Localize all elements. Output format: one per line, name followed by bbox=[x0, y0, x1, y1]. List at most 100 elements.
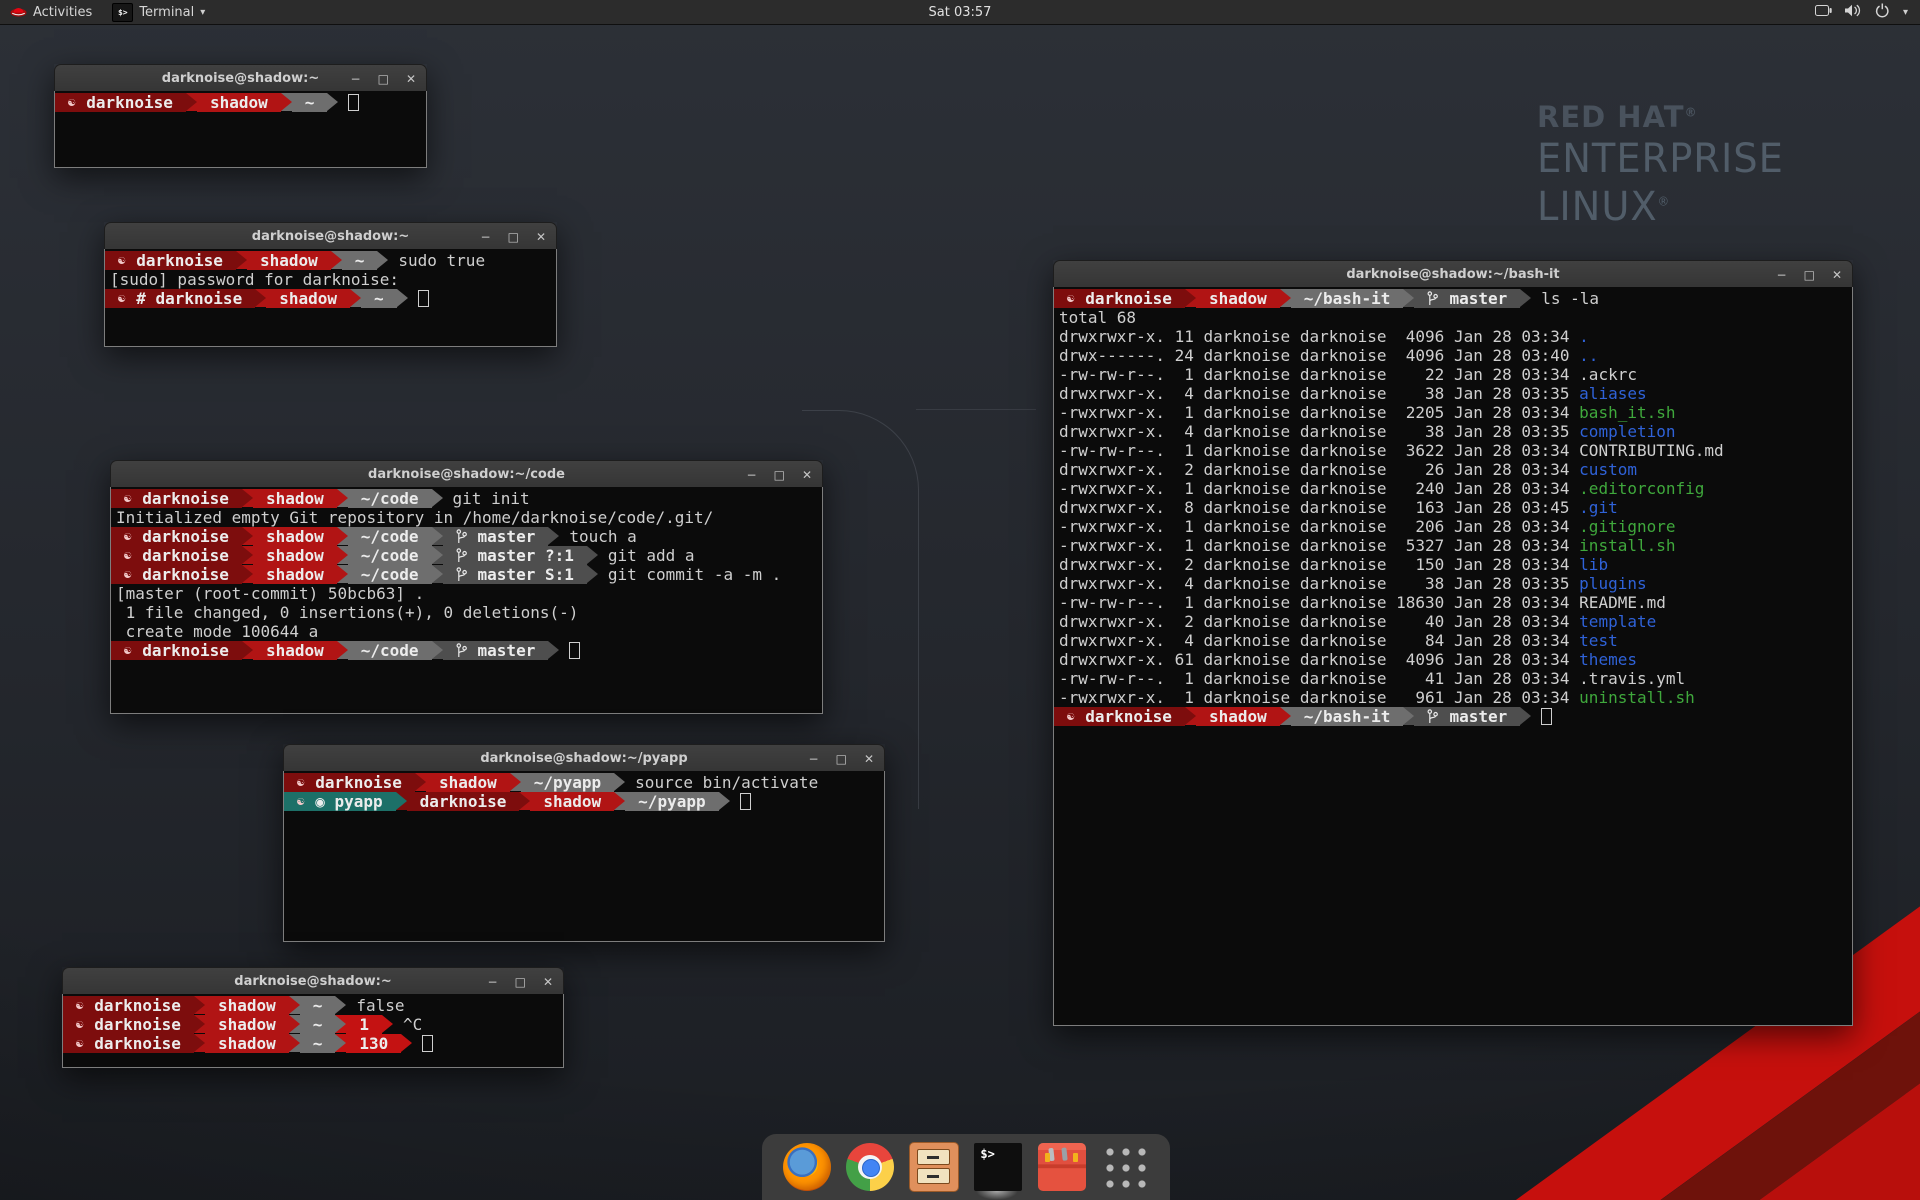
prompt-segment-host: shadow bbox=[205, 996, 289, 1015]
terminal-cursor bbox=[422, 1035, 433, 1052]
terminal-window-home-1[interactable]: darknoise@shadow:~ − □ ✕ ☯darknoiseshadow~ bbox=[54, 64, 427, 168]
command-text: ls -la bbox=[1531, 289, 1599, 308]
terminal-line: [master (root-commit) 50bcb63] . bbox=[111, 584, 822, 603]
terminal-line: ☯darknoiseshadow~ bbox=[55, 93, 426, 112]
terminal-content[interactable]: ☯darknoiseshadow~sudo true[sudo] passwor… bbox=[104, 249, 557, 347]
chrome-dock-icon[interactable] bbox=[846, 1143, 894, 1191]
window-title: darknoise@shadow:~ bbox=[162, 71, 319, 86]
redhat-swirl-icon: ☯ bbox=[124, 527, 131, 546]
window-titlebar[interactable]: darknoise@shadow:~−□✕ bbox=[62, 967, 564, 996]
terminal-line: drwxrwxr-x. 11 darknoise darknoise 4096 … bbox=[1054, 327, 1852, 346]
redhat-swirl-icon: ☯ bbox=[68, 93, 75, 112]
close-button[interactable]: ✕ bbox=[536, 231, 546, 243]
minimize-button[interactable]: − bbox=[809, 753, 819, 765]
terminal-cursor bbox=[348, 94, 359, 111]
maximize-button[interactable]: □ bbox=[836, 753, 847, 765]
maximize-button[interactable]: □ bbox=[378, 73, 389, 85]
maximize-button[interactable]: □ bbox=[1804, 269, 1815, 281]
close-button[interactable]: ✕ bbox=[864, 753, 874, 765]
activities-button[interactable]: Activities bbox=[0, 0, 102, 24]
window-titlebar[interactable]: darknoise@shadow:~ − □ ✕ bbox=[54, 64, 427, 93]
branding-line-1: RED HAT® bbox=[1537, 100, 1794, 134]
redhat-swirl-icon: ☯ bbox=[76, 1015, 83, 1034]
files-dock-icon[interactable] bbox=[909, 1142, 959, 1192]
redhat-swirl-icon: ☯ bbox=[124, 641, 131, 660]
powerline-arrow-icon bbox=[337, 546, 348, 564]
prompt-segment-path: ~/code bbox=[348, 527, 432, 546]
close-button[interactable]: ✕ bbox=[802, 469, 812, 481]
prompt-segment-host: shadow bbox=[426, 773, 510, 792]
terminal-line: -rwxrwxr-x. 1 darknoise darknoise 5327 J… bbox=[1054, 536, 1852, 555]
terminal-line: ☯darknoiseshadow~/codemaster ?:1git add … bbox=[111, 546, 822, 565]
window-controls: − □ ✕ bbox=[1777, 261, 1842, 288]
terminal-content[interactable]: ☯darknoiseshadow~/pyappsource bin/activa… bbox=[283, 771, 885, 942]
clock[interactable]: Sat 03:57 bbox=[929, 5, 992, 20]
command-text: git add a bbox=[598, 546, 695, 565]
terminal-line: drwxrwxr-x. 2 darknoise darknoise 40 Jan… bbox=[1054, 612, 1852, 631]
terminal-window-sudo[interactable]: darknoise@shadow:~−□✕☯darknoiseshadow~su… bbox=[104, 222, 557, 347]
terminal-line: total 68 bbox=[1054, 308, 1852, 327]
terminal-line: drwxrwxr-x. 8 darknoise darknoise 163 Ja… bbox=[1054, 498, 1852, 517]
minimize-button[interactable]: − bbox=[481, 231, 491, 243]
window-titlebar[interactable]: darknoise@shadow:~/bash-it−□✕ bbox=[1053, 260, 1853, 289]
terminal-window-bash-it[interactable]: darknoise@shadow:~/bash-it−□✕☯darknoises… bbox=[1053, 260, 1853, 1026]
terminal-line: Initialized empty Git repository in /hom… bbox=[111, 508, 822, 527]
maximize-button[interactable]: □ bbox=[508, 231, 519, 243]
powerline-arrow-icon bbox=[350, 289, 361, 307]
terminal-content[interactable]: ☯darknoiseshadow~/codegit initInitialize… bbox=[110, 487, 823, 714]
minimize-button[interactable]: − bbox=[351, 73, 361, 85]
terminal-content[interactable]: ☯darknoiseshadow~ bbox=[54, 91, 427, 168]
prompt-segment-git: master S:1 bbox=[443, 565, 587, 584]
git-branch-icon bbox=[456, 643, 467, 658]
firefox-dock-icon[interactable] bbox=[783, 1143, 831, 1191]
prompt-segment-path: ~/code bbox=[348, 565, 432, 584]
window-titlebar[interactable]: darknoise@shadow:~−□✕ bbox=[104, 222, 557, 251]
power-icon bbox=[1875, 3, 1890, 22]
close-button[interactable]: ✕ bbox=[1832, 269, 1842, 281]
minimize-button[interactable]: − bbox=[488, 976, 498, 988]
terminal-content[interactable]: ☯darknoiseshadow~/bash-itmaster ls -latot… bbox=[1053, 287, 1853, 1026]
maximize-button[interactable]: □ bbox=[774, 469, 785, 481]
chevron-down-icon: ▾ bbox=[1903, 7, 1908, 18]
command-text: git init bbox=[443, 489, 530, 508]
powerline-arrow-icon bbox=[289, 1034, 300, 1052]
minimize-button[interactable]: − bbox=[1777, 269, 1787, 281]
app-grid-dock-icon[interactable] bbox=[1102, 1144, 1148, 1190]
minimize-button[interactable]: − bbox=[747, 469, 757, 481]
system-tray[interactable]: ▾ bbox=[1815, 0, 1920, 24]
terminal-line: -rw-rw-r--. 1 darknoise darknoise 22 Jan… bbox=[1054, 365, 1852, 384]
terminal-line: ☯darknoiseshadow~/bash-itmaster bbox=[1054, 707, 1852, 726]
app-menu-terminal[interactable]: $> Terminal ▾ bbox=[102, 0, 215, 24]
terminal-window-pyapp[interactable]: darknoise@shadow:~/pyapp−□✕☯darknoisesha… bbox=[283, 744, 885, 942]
git-branch-icon bbox=[1427, 291, 1438, 306]
terminal-line: 1 file changed, 0 insertions(+), 0 delet… bbox=[111, 603, 822, 622]
terminal-line: drwxrwxr-x. 4 darknoise darknoise 38 Jan… bbox=[1054, 384, 1852, 403]
powerline-arrow-icon bbox=[242, 565, 253, 583]
close-button[interactable]: ✕ bbox=[406, 73, 416, 85]
prompt-segment-path: ~ bbox=[292, 93, 328, 112]
terminal-window-home-2[interactable]: darknoise@shadow:~−□✕☯darknoiseshadow~fa… bbox=[62, 967, 564, 1068]
powerline-arrow-icon bbox=[382, 1015, 393, 1033]
terminal-cursor bbox=[1541, 708, 1552, 725]
maximize-button[interactable]: □ bbox=[515, 976, 526, 988]
window-titlebar[interactable]: darknoise@shadow:~/code−□✕ bbox=[110, 460, 823, 489]
terminal-content[interactable]: ☯darknoiseshadow~false☯darknoiseshadow~1… bbox=[62, 994, 564, 1068]
close-button[interactable]: ✕ bbox=[543, 976, 553, 988]
terminal-line: drwxrwxr-x. 2 darknoise darknoise 26 Jan… bbox=[1054, 460, 1852, 479]
redhat-logo-icon bbox=[10, 4, 27, 21]
terminal-line: drwxrwxr-x. 4 darknoise darknoise 84 Jan… bbox=[1054, 631, 1852, 650]
powerline-arrow-icon bbox=[289, 1015, 300, 1033]
window-titlebar[interactable]: darknoise@shadow:~/pyapp−□✕ bbox=[283, 744, 885, 773]
terminal-line: create mode 100644 a bbox=[111, 622, 822, 641]
powerline-arrow-icon bbox=[1185, 289, 1196, 307]
prompt-segment-path: ~ bbox=[300, 996, 336, 1015]
command-text: touch a bbox=[559, 527, 636, 546]
terminal-window-code[interactable]: darknoise@shadow:~/code−□✕☯darknoiseshad… bbox=[110, 460, 823, 714]
prompt-segment-path: ~ bbox=[342, 251, 378, 270]
terminal-line: ☯darknoiseshadow~/codemaster S:1git comm… bbox=[111, 565, 822, 584]
toolbox-dock-icon[interactable] bbox=[1038, 1143, 1086, 1191]
terminal-dock-icon[interactable]: $> bbox=[973, 1142, 1023, 1192]
terminal-line: -rwxrwxr-x. 1 darknoise darknoise 240 Ja… bbox=[1054, 479, 1852, 498]
terminal-line: -rwxrwxr-x. 1 darknoise darknoise 2205 J… bbox=[1054, 403, 1852, 422]
terminal-line: drwx------. 24 darknoise darknoise 4096 … bbox=[1054, 346, 1852, 365]
